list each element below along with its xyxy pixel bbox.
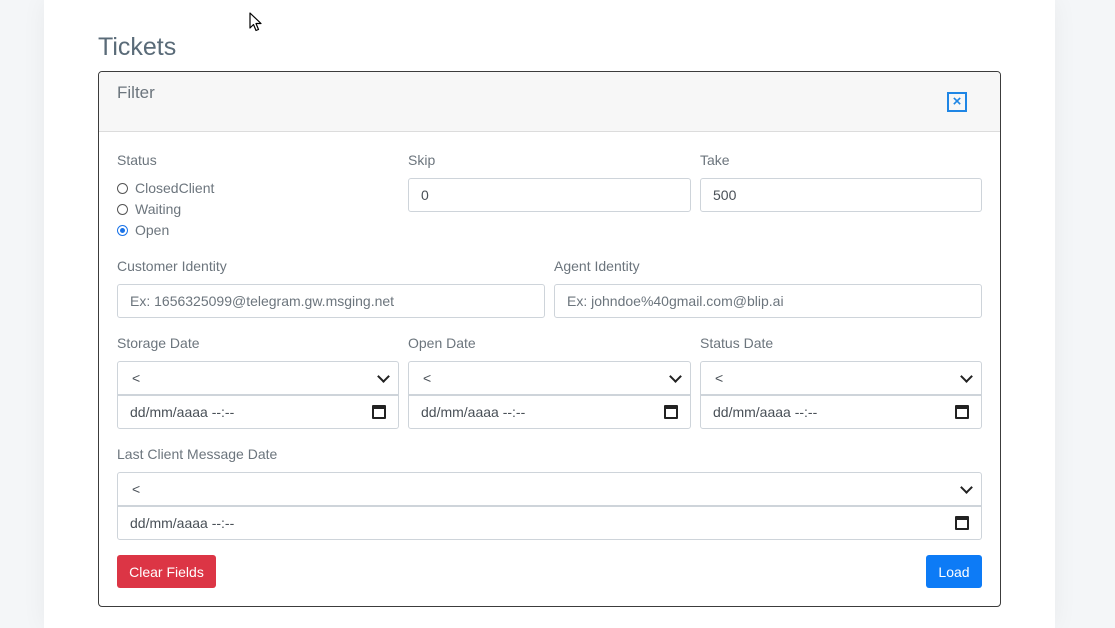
status-option-closedclient[interactable]: ClosedClient xyxy=(117,179,214,197)
select-value: < xyxy=(132,481,141,497)
page-title: Tickets xyxy=(98,33,177,61)
chevron-down-icon xyxy=(960,369,973,383)
last-client-message-date-input[interactable]: dd/mm/aaaa --:-- xyxy=(117,506,982,540)
select-value: < xyxy=(715,370,724,386)
filter-title: Filter xyxy=(117,83,155,102)
agent-identity-input[interactable]: Ex: johndoe%40gmail.com@blip.ai xyxy=(554,284,982,318)
status-date-label: Status Date xyxy=(700,335,774,351)
chevron-down-icon xyxy=(960,480,973,494)
last-client-message-date-label: Last Client Message Date xyxy=(117,446,278,462)
radio-button[interactable] xyxy=(117,182,128,194)
mouse-cursor-icon xyxy=(249,12,262,32)
calendar-icon[interactable] xyxy=(372,405,386,419)
date-placeholder: dd/mm/aaaa --:-- xyxy=(130,404,235,420)
last-client-message-date-operator-select[interactable]: < xyxy=(117,472,982,506)
take-label: Take xyxy=(700,152,730,168)
calendar-icon[interactable] xyxy=(955,516,969,530)
take-input[interactable]: 500 xyxy=(700,178,982,212)
status-date-operator-select[interactable]: < xyxy=(700,361,982,395)
status-option-open[interactable]: Open xyxy=(117,221,169,239)
select-value: < xyxy=(132,370,141,386)
chevron-down-icon xyxy=(377,369,390,383)
customer-identity-label: Customer Identity xyxy=(117,258,227,274)
storage-date-label: Storage Date xyxy=(117,335,200,351)
storage-date-operator-select[interactable]: < xyxy=(117,361,399,395)
clear-fields-button[interactable]: Clear Fields xyxy=(117,555,216,588)
calendar-icon[interactable] xyxy=(664,405,678,419)
load-button[interactable]: Load xyxy=(926,555,982,588)
status-option-waiting[interactable]: Waiting xyxy=(117,200,181,218)
customer-identity-input[interactable]: Ex: 1656325099@telegram.gw.msging.net xyxy=(117,284,545,318)
status-label: Status xyxy=(117,152,157,168)
calendar-icon[interactable] xyxy=(955,405,969,419)
radio-button[interactable] xyxy=(117,203,128,215)
radio-label: Waiting xyxy=(135,201,182,217)
open-date-input[interactable]: dd/mm/aaaa --:-- xyxy=(408,395,691,429)
date-placeholder: dd/mm/aaaa --:-- xyxy=(713,404,818,420)
status-date-input[interactable]: dd/mm/aaaa --:-- xyxy=(700,395,982,429)
filter-header: Filter × xyxy=(99,72,1000,132)
date-placeholder: dd/mm/aaaa --:-- xyxy=(130,515,235,531)
open-date-operator-select[interactable]: < xyxy=(408,361,691,395)
radio-label: Open xyxy=(135,222,170,238)
agent-identity-label: Agent Identity xyxy=(554,258,640,274)
radio-label: ClosedClient xyxy=(135,180,215,196)
filter-card: Filter × Status ClosedClient Waiting Ope… xyxy=(98,71,1001,607)
storage-date-input[interactable]: dd/mm/aaaa --:-- xyxy=(117,395,399,429)
skip-label: Skip xyxy=(408,152,436,168)
chevron-down-icon xyxy=(669,369,682,383)
skip-input[interactable]: 0 xyxy=(408,178,691,212)
date-placeholder: dd/mm/aaaa --:-- xyxy=(421,404,526,420)
close-icon[interactable]: × xyxy=(947,92,967,112)
open-date-label: Open Date xyxy=(408,335,476,351)
radio-button[interactable] xyxy=(117,224,128,236)
select-value: < xyxy=(423,370,432,386)
